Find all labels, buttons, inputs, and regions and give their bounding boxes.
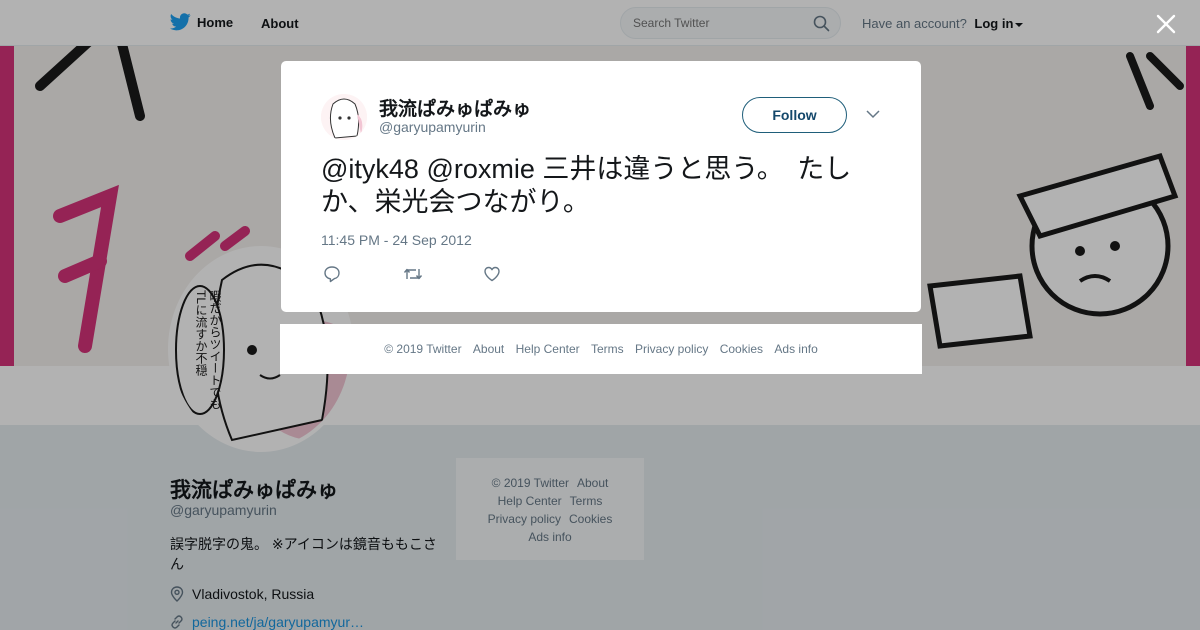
tweet-author-name[interactable]: 我流ぱみゅぱみゅ [379, 94, 531, 121]
tweet-text: @ityk48 @roxmie 三井は違うと思う。 たしか、栄光会つながり。 [321, 154, 852, 217]
tweet-timestamp[interactable]: 11:45 PM - 24 Sep 2012 [321, 232, 472, 248]
tweet-author-handle[interactable]: @garyupamyurin [379, 119, 486, 135]
modal-footer: © 2019 Twitter About Help Center Terms P… [280, 324, 922, 374]
reply-button[interactable] [323, 264, 403, 284]
modal-footer-privacy[interactable]: Privacy policy [635, 342, 708, 356]
tweet-actions [323, 264, 563, 284]
heart-icon [484, 266, 500, 282]
modal-footer-ads[interactable]: Ads info [774, 342, 817, 356]
modal-footer-cookies[interactable]: Cookies [720, 342, 763, 356]
modal-footer-terms[interactable]: Terms [591, 342, 624, 356]
reply-icon [324, 266, 340, 283]
like-button[interactable] [483, 264, 563, 284]
chevron-down-icon[interactable] [866, 109, 880, 119]
tweet-card: 我流ぱみゅぱみゅ @garyupamyurin Follow @ityk48 @… [281, 61, 921, 312]
retweet-button[interactable] [403, 264, 483, 284]
retweet-icon [403, 268, 423, 280]
close-icon[interactable] [1154, 12, 1178, 36]
avatar-illustration [321, 94, 367, 140]
modal-footer-about[interactable]: About [473, 342, 504, 356]
modal-footer-help[interactable]: Help Center [516, 342, 580, 356]
modal-footer-copyright: © 2019 Twitter [384, 342, 462, 356]
follow-button[interactable]: Follow [742, 97, 847, 133]
tweet-author-avatar[interactable] [321, 94, 367, 140]
